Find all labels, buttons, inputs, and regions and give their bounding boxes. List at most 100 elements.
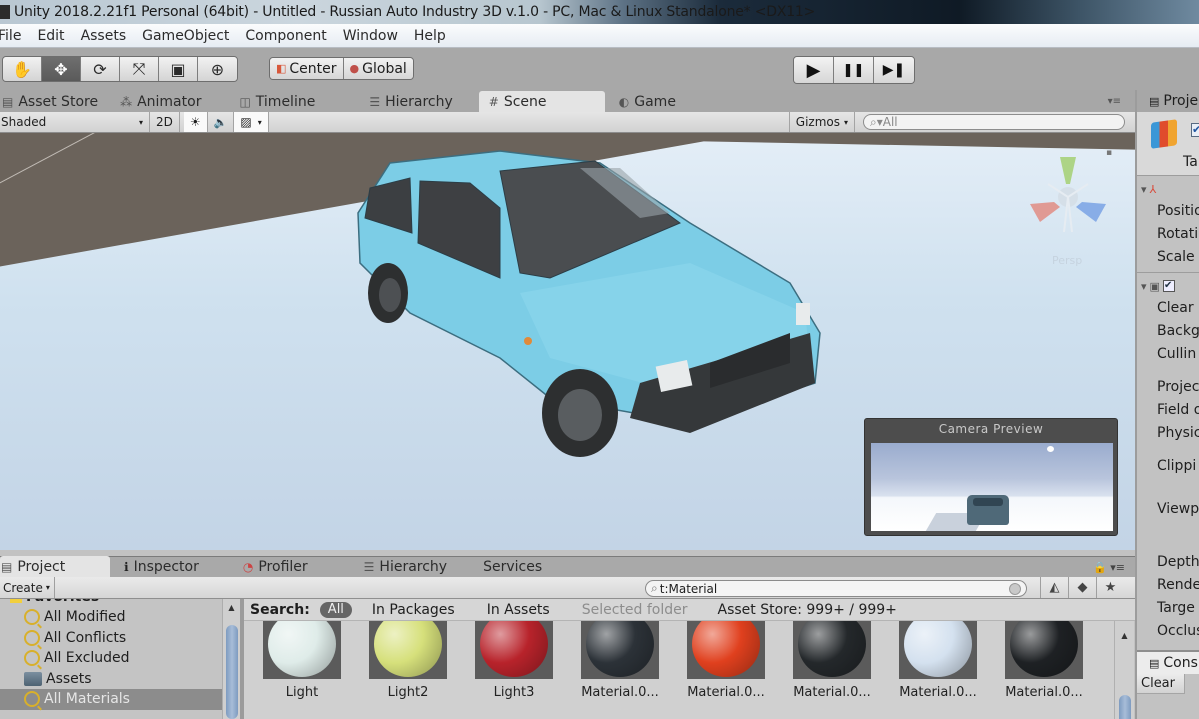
scene-lock-icon[interactable]: ▪ xyxy=(1106,148,1112,158)
step-button[interactable]: ▶❚ xyxy=(874,57,914,83)
filter-in-assets[interactable]: In Assets xyxy=(487,602,550,618)
title-bar: Unity 2018.2.21f1 Personal (64bit) - Unt… xyxy=(0,0,1199,24)
menu-help[interactable]: Help xyxy=(406,28,454,44)
asset-name: Light xyxy=(285,685,319,700)
tab-hierarchy-bottom[interactable]: ☰ Hierarchy xyxy=(354,556,457,577)
rotate-tool-button[interactable]: ⟳ xyxy=(81,57,120,81)
scroll-up-icon[interactable]: ▲ xyxy=(223,603,240,612)
animator-icon: ⁂ xyxy=(120,94,133,109)
filter-by-type-button[interactable]: ◭ xyxy=(1040,577,1068,598)
tab-services[interactable]: Services xyxy=(473,556,552,577)
lighting-toggle[interactable]: ☀ xyxy=(183,112,208,132)
create-dropdown[interactable]: Create ▾ xyxy=(0,577,55,598)
panel-menu-icon[interactable]: ▾≡ xyxy=(1108,96,1121,107)
asset-tile[interactable]: Material.0... xyxy=(676,621,776,700)
viewport-rect-field: Viewp xyxy=(1157,500,1199,517)
tab-inspector[interactable]: ℹ Inspector xyxy=(114,556,209,577)
rotation-field: Rotati xyxy=(1157,225,1199,242)
folder-icon xyxy=(24,671,42,686)
tab-project-right[interactable]: ▤ Proje xyxy=(1137,90,1199,112)
lock-icon[interactable]: 🔒 ▾≡ xyxy=(1093,561,1125,574)
folder-icon: ▤ xyxy=(1149,94,1160,108)
active-checkbox[interactable]: ✔ xyxy=(1191,123,1199,137)
filter-by-label-button[interactable]: ◆ xyxy=(1068,577,1096,598)
tab-timeline[interactable]: ◫ Timeline xyxy=(229,91,325,112)
menu-gameobject[interactable]: GameObject xyxy=(134,28,237,44)
move-tool-button[interactable]: ✥ xyxy=(42,57,81,81)
menu-assets[interactable]: Assets xyxy=(73,28,135,44)
rect-tool-button[interactable]: ▣ xyxy=(159,57,198,81)
transform-header[interactable]: ▾ ⅄ xyxy=(1137,179,1199,199)
scroll-thumb[interactable] xyxy=(226,625,238,719)
camera-enabled-checkbox[interactable]: ✔ xyxy=(1162,280,1175,292)
tree-item-all-excluded[interactable]: All Excluded xyxy=(0,648,240,669)
menu-file[interactable]: File xyxy=(0,28,29,44)
project-filter-icons: ◭ ◆ ★ xyxy=(1040,577,1124,598)
car-model[interactable] xyxy=(350,143,830,473)
asset-tile[interactable]: Material.0... xyxy=(782,621,882,700)
camera-preview-image xyxy=(871,443,1113,531)
scene-search-input[interactable]: ⌕▾ All xyxy=(863,114,1125,130)
transform-tool-button[interactable]: ⊕ xyxy=(198,57,237,81)
asset-tile[interactable]: Light3 xyxy=(464,621,564,700)
scroll-thumb[interactable] xyxy=(1119,695,1131,719)
2d-toggle[interactable]: 2D xyxy=(150,112,180,132)
rendering-path-field: Rende xyxy=(1157,576,1199,593)
tab-game[interactable]: ◐ Game xyxy=(609,91,686,112)
tab-animator[interactable]: ⁂ Animator xyxy=(110,91,211,112)
pivot-global-button[interactable]: ● Global xyxy=(343,58,413,79)
tree-item-all-materials[interactable]: All Materials xyxy=(0,689,240,710)
filter-asset-store[interactable]: Asset Store: 999+ / 999+ xyxy=(718,602,897,618)
orientation-gizmo[interactable] xyxy=(1028,152,1108,242)
pause-button[interactable]: ❚❚ xyxy=(834,57,874,83)
asset-tile[interactable]: Light xyxy=(252,621,352,700)
clear-search-icon[interactable] xyxy=(1009,582,1021,595)
project-search-input[interactable]: ⌕ t:Material xyxy=(645,580,1027,597)
pivot-global-label: Global xyxy=(362,60,407,77)
search-icon: ⌕▾ xyxy=(870,114,883,129)
material-preview xyxy=(581,621,659,679)
filter-in-packages[interactable]: In Packages xyxy=(372,602,455,618)
save-search-button[interactable]: ★ xyxy=(1096,577,1124,598)
filter-all-button[interactable]: All xyxy=(319,601,352,618)
pivot-center-button[interactable]: ◧ Center xyxy=(270,58,344,79)
scale-tool-button[interactable]: ⤧ xyxy=(120,57,159,81)
hand-tool-button[interactable]: ✋ xyxy=(3,57,42,81)
tab-label: Timeline xyxy=(255,93,316,110)
tab-scene[interactable]: # Scene xyxy=(478,91,605,112)
tab-project[interactable]: ▤ Project xyxy=(0,556,110,577)
effects-dropdown[interactable]: ▨ ▾ xyxy=(234,112,269,132)
console-clear-button[interactable]: Clear xyxy=(1137,674,1185,694)
tree-item-all-conflicts[interactable]: All Conflicts xyxy=(0,628,240,649)
audio-toggle[interactable]: 🔈 xyxy=(208,112,235,132)
pivot-icon: ◧ xyxy=(276,62,287,75)
asset-tile[interactable]: Material.0... xyxy=(570,621,670,700)
tab-hierarchy[interactable]: ☰ Hierarchy xyxy=(359,91,462,112)
gizmo-x-axis xyxy=(1030,202,1060,222)
asset-tile[interactable]: Light2 xyxy=(358,621,458,700)
asset-tile[interactable]: Material.0... xyxy=(888,621,988,700)
menu-edit[interactable]: Edit xyxy=(29,28,72,44)
filter-selected-folder[interactable]: Selected folder xyxy=(582,602,688,618)
folder-icon: ▤ xyxy=(1,559,13,574)
pause-icon: ❚❚ xyxy=(842,62,865,78)
tree-item-all-modified[interactable]: All Modified xyxy=(0,607,240,628)
tree-scrollbar[interactable]: ▲ xyxy=(222,599,240,719)
menu-window[interactable]: Window xyxy=(335,28,406,44)
material-preview xyxy=(263,621,341,679)
asset-grid-scrollbar[interactable]: ▲ xyxy=(1114,621,1134,719)
play-button[interactable]: ▶ xyxy=(794,57,834,83)
tab-profiler[interactable]: ◔ Profiler xyxy=(233,556,318,577)
menu-component[interactable]: Component xyxy=(237,28,334,44)
gizmo-persp-label[interactable]: Persp xyxy=(1052,254,1082,267)
draw-mode-dropdown[interactable]: Shaded ▾ xyxy=(0,112,150,132)
tree-item-assets[interactable]: Assets xyxy=(0,669,240,690)
tab-console[interactable]: ▤ Cons xyxy=(1137,652,1199,674)
gizmos-dropdown[interactable]: Gizmos ▾ xyxy=(788,112,855,132)
tree-favorites[interactable]: Favorites xyxy=(0,599,240,605)
info-icon: ℹ xyxy=(124,559,129,574)
asset-tile[interactable]: Material.0... xyxy=(994,621,1094,700)
camera-header[interactable]: ▾ ▣ ✔ xyxy=(1137,276,1199,296)
scroll-up-icon[interactable]: ▲ xyxy=(1115,631,1134,640)
tab-asset-store[interactable]: ▤ Asset Store xyxy=(0,91,108,112)
